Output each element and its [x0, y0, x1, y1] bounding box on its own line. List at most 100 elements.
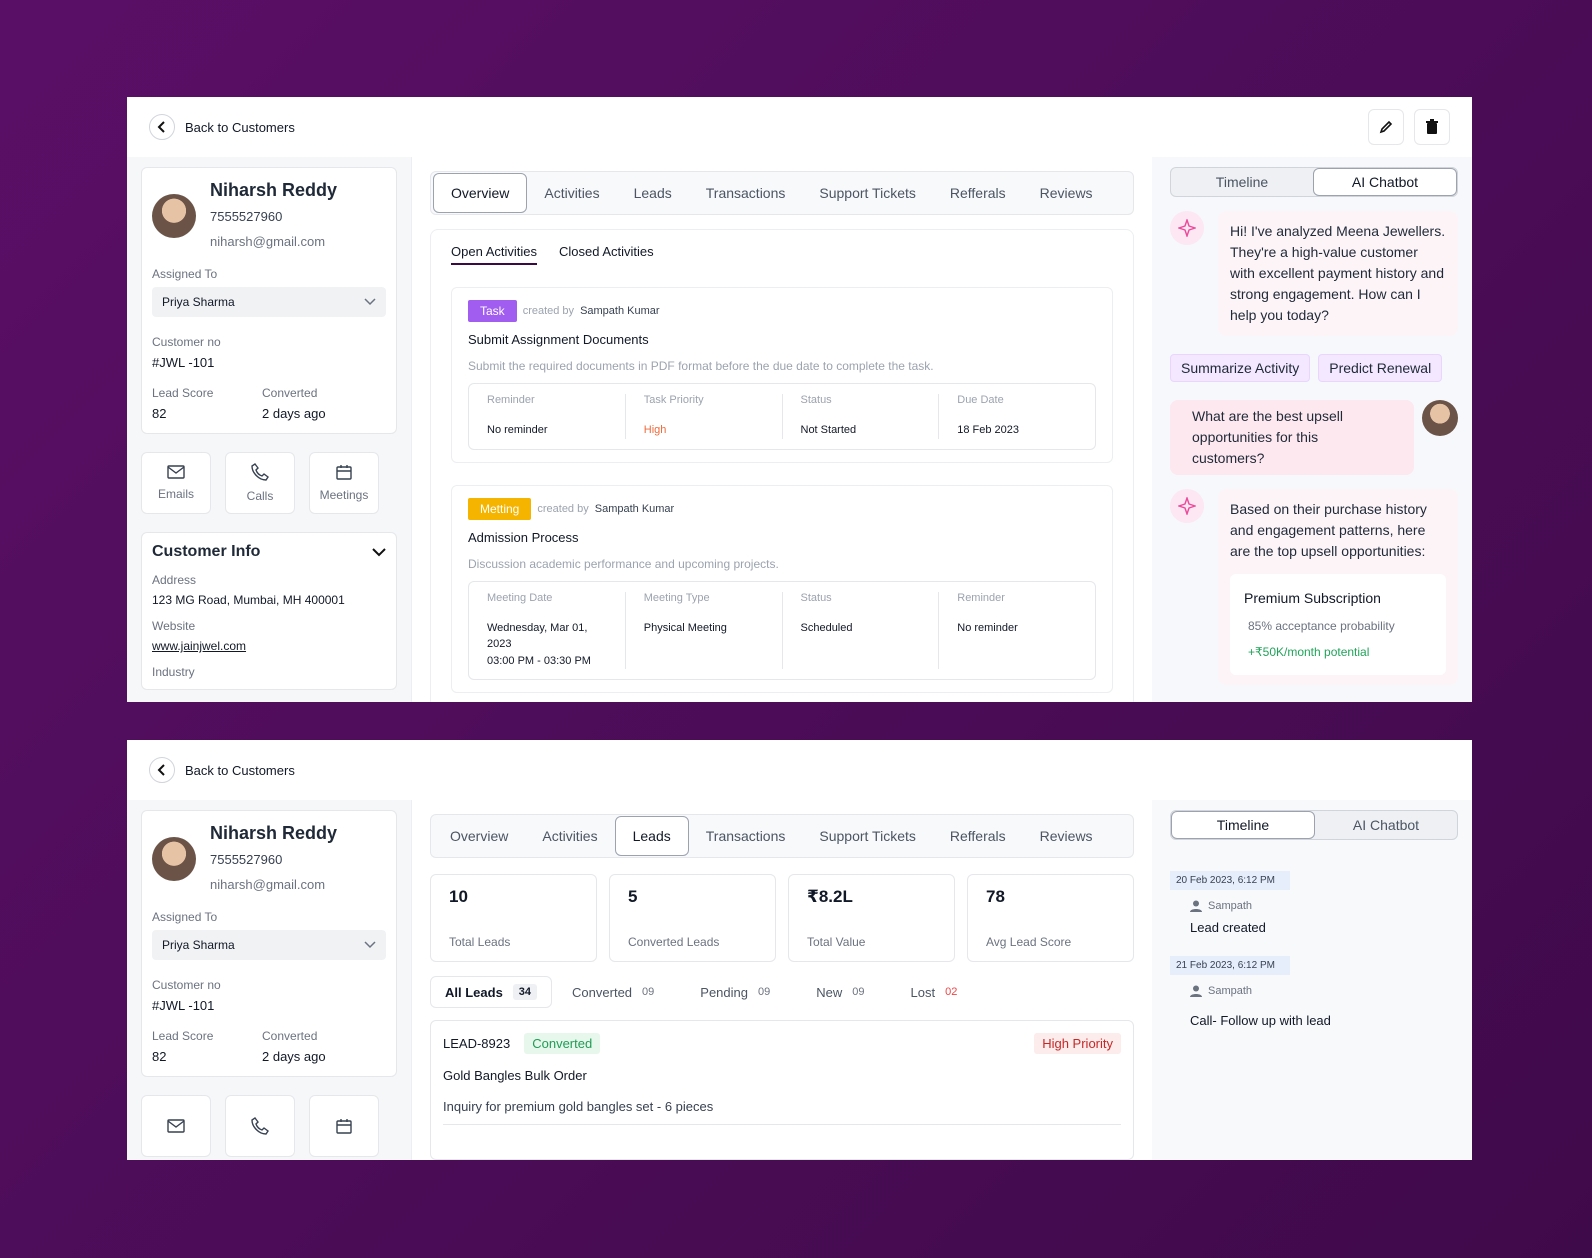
tab-leads[interactable]: Leads [617, 173, 689, 213]
assigned-to-select[interactable]: Priya Sharma [152, 287, 386, 317]
summarize-activity-chip[interactable]: Summarize Activity [1170, 354, 1311, 382]
main-content: Overview Activities Leads Transactions S… [411, 157, 1152, 702]
website-link[interactable]: www.jainjwel.com [152, 639, 386, 653]
filter-label: New [816, 984, 843, 1000]
mail-icon [167, 1119, 185, 1133]
tab-overview[interactable]: Overview [433, 816, 525, 856]
meeting-date-label: Meeting Date [487, 591, 553, 604]
filter-all-leads[interactable]: All Leads 34 [430, 976, 553, 1008]
back-label: Back to Customers [185, 119, 295, 135]
lead-score: 82 [152, 1049, 167, 1064]
meeting-type-value: Physical Meeting [643, 621, 727, 634]
filter-pending[interactable]: Pending 09 [700, 985, 770, 1000]
tab-ai-chatbot[interactable]: AI Chatbot [1315, 811, 1457, 839]
task-item[interactable]: Task created by Sampath Kumar Submit Ass… [451, 287, 1113, 463]
customer-no-label: Customer no [152, 978, 221, 992]
calls-button[interactable] [225, 1095, 295, 1157]
timeline-user: Sampath [1208, 985, 1253, 997]
upsell-recommendation[interactable]: Premium Subscription 85% acceptance prob… [1230, 574, 1446, 675]
filter-converted[interactable]: Converted 09 [572, 985, 654, 1000]
filter-label: Pending [700, 984, 748, 1000]
right-panel-toggle: Timeline AI Chatbot [1170, 810, 1458, 840]
reminder-label: Reminder [487, 394, 535, 406]
tab-overview[interactable]: Overview [433, 173, 528, 213]
edit-button[interactable] [1368, 109, 1404, 145]
tab-referrals[interactable]: Refferals [933, 173, 1023, 213]
meeting-item[interactable]: Metting created by Sampath Kumar Admissi… [451, 484, 1113, 693]
timeline-entry: 20 Feb 2023, 6:12 PM Sampath Lead create… [1170, 870, 1458, 935]
user-icon [1190, 900, 1202, 912]
converted-value: 2 days ago [262, 1049, 326, 1064]
customer-email: niharsh@gmail.com [210, 877, 326, 892]
user-avatar [1422, 400, 1458, 436]
tab-support-tickets[interactable]: Support Tickets [802, 816, 933, 856]
calls-button[interactable]: Calls [225, 452, 295, 514]
back-to-customers-button[interactable]: Back to Customers [149, 757, 295, 783]
stat-card: 5 Converted Leads [609, 874, 776, 962]
lead-stats: 10 Total Leads 5 Converted Leads ₹8.2L T… [430, 874, 1134, 962]
tab-transactions[interactable]: Transactions [689, 816, 803, 856]
due-date-label: Due Date [957, 394, 1004, 406]
customer-no: #JWL -101 [152, 998, 215, 1013]
back-to-customers-button[interactable]: Back to Customers [149, 114, 295, 140]
tab-activities[interactable]: Activities [527, 173, 616, 213]
bot-message-text: Based on their purchase history and enga… [1218, 489, 1458, 685]
customer-info-header[interactable]: Customer Info [152, 543, 386, 561]
created-by-label: created by [522, 305, 575, 317]
sparkle-icon [1170, 211, 1204, 245]
lead-title: Gold Bangles Bulk Order [443, 1068, 587, 1083]
predict-renewal-chip[interactable]: Predict Renewal [1318, 354, 1443, 382]
tab-transactions[interactable]: Transactions [689, 173, 803, 213]
meeting-reminder-label: Reminder [957, 591, 1005, 604]
tab-support-tickets[interactable]: Support Tickets [802, 173, 933, 213]
tab-closed-activities[interactable]: Closed Activities [559, 244, 654, 265]
tab-reviews[interactable]: Reviews [1023, 173, 1110, 213]
customer-detail-panel-leads: Back to Customers Niharsh Reddy 75555279… [127, 740, 1472, 1160]
tab-reviews[interactable]: Reviews [1023, 816, 1110, 856]
due-date-value: 18 Feb 2023 [957, 424, 1020, 436]
trash-icon [1426, 119, 1438, 134]
meetings-button[interactable]: Meetings [309, 452, 379, 514]
address-value: 123 MG Road, Mumbai, MH 400001 [152, 593, 345, 607]
tab-timeline[interactable]: Timeline [1171, 168, 1313, 196]
delete-button[interactable] [1414, 109, 1450, 145]
filter-label: Converted [572, 984, 633, 1000]
tab-ai-chatbot[interactable]: AI Chatbot [1313, 168, 1457, 196]
section-tabs: Overview Activities Leads Transactions S… [430, 814, 1134, 858]
chevron-down-icon [364, 941, 376, 949]
timeline-text: Lead created [1190, 920, 1266, 935]
lead-priority-badge: High Priority [1034, 1033, 1121, 1054]
customer-no-label: Customer no [152, 335, 221, 349]
filter-label: All Leads [445, 984, 503, 1000]
emails-button[interactable] [141, 1095, 211, 1157]
reminder-value: No reminder [487, 424, 548, 436]
lead-score-label: Lead Score [152, 386, 214, 400]
profile-card: Niharsh Reddy 7555527960 niharsh@gmail.c… [141, 167, 397, 434]
customer-no: #JWL -101 [152, 355, 215, 370]
suggestion-chips: Summarize Activity Predict Renewal [1170, 354, 1458, 382]
meetings-button[interactable] [309, 1095, 379, 1157]
customer-email: niharsh@gmail.com [210, 234, 326, 249]
filter-lost[interactable]: Lost 02 [911, 985, 958, 1000]
pencil-icon [1379, 120, 1393, 134]
meeting-time-value: 03:00 PM - 03:30 PM [487, 654, 591, 667]
created-by-label: created by [537, 502, 589, 515]
tab-timeline[interactable]: Timeline [1171, 811, 1315, 839]
tab-open-activities[interactable]: Open Activities [451, 244, 537, 265]
emails-button[interactable]: Emails [141, 452, 211, 514]
right-panel-toggle: Timeline AI Chatbot [1170, 167, 1458, 197]
assistant-panel: Timeline AI Chatbot Hi! I've analyzed Me… [1152, 157, 1472, 702]
recommendation-title: Premium Subscription [1244, 590, 1381, 606]
meeting-badge: Metting [468, 497, 532, 520]
phone-icon [251, 1117, 269, 1135]
address-label: Address [152, 573, 197, 587]
filter-new[interactable]: New 09 [816, 985, 864, 1000]
chevron-left-icon [149, 114, 175, 140]
tab-activities[interactable]: Activities [525, 816, 614, 856]
lead-card[interactable]: LEAD-8923 Converted High Priority Gold B… [430, 1020, 1134, 1160]
stat-label: Converted Leads [628, 935, 720, 949]
tab-leads[interactable]: Leads [614, 816, 689, 856]
stat-label: Total Value [807, 935, 866, 949]
assigned-to-select[interactable]: Priya Sharma [152, 930, 386, 960]
tab-referrals[interactable]: Refferals [933, 816, 1023, 856]
